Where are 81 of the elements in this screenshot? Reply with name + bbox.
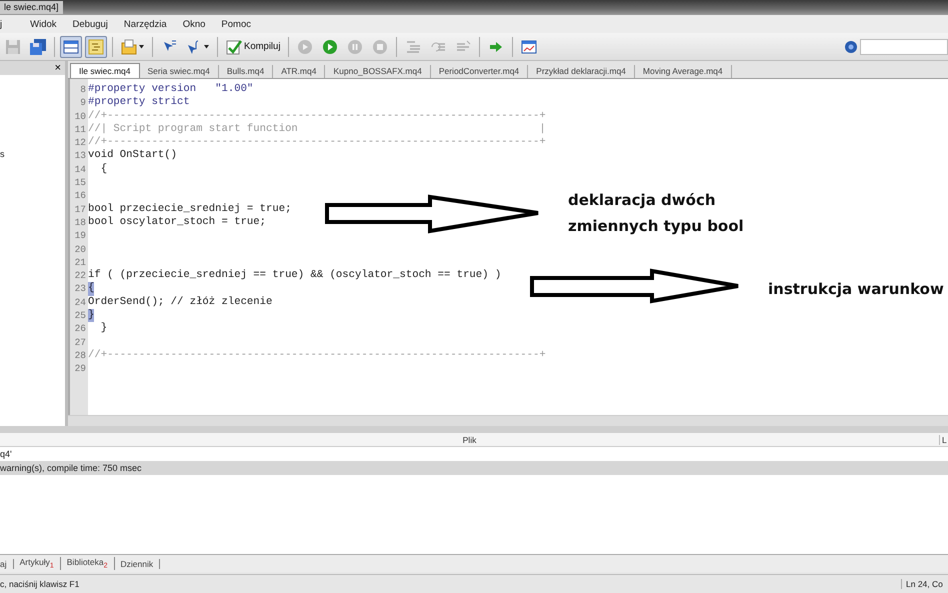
pause-icon <box>347 38 364 54</box>
code-line: #property strict <box>88 96 190 110</box>
file-tab[interactable]: Ile swiec.mq4 <box>70 63 140 78</box>
compile-button[interactable]: Kompiluj <box>223 36 284 58</box>
line-number: 20 <box>74 242 87 256</box>
code-line: bool oscylator_stoch = true; <box>88 216 266 230</box>
checkmark-icon <box>226 38 242 54</box>
folder-tree-icon <box>88 38 104 54</box>
annotation-text: instrukcja warunkow <box>768 279 944 300</box>
line-number: 16 <box>74 189 87 203</box>
line-number: 28 <box>74 348 87 362</box>
code-line: #property version "1.00" <box>88 83 254 96</box>
chart-window-icon <box>521 38 538 54</box>
stop-icon <box>372 38 388 54</box>
line-number: 13 <box>74 149 87 163</box>
indent-lines-icon <box>405 38 422 54</box>
horizontal-scrollbar[interactable] <box>68 415 948 426</box>
code-comment: //+--------------------------------------------------------------------+ <box>88 348 546 362</box>
column-header: Plik <box>462 434 478 444</box>
column-header: L <box>939 434 948 444</box>
panel-item[interactable]: s <box>0 149 65 159</box>
line-number: 23 <box>74 282 87 296</box>
search-field[interactable] <box>860 38 948 54</box>
window-layout-icon <box>63 38 79 54</box>
status-text: c, naciśnij klawisz F1 <box>0 579 80 589</box>
line-number: 21 <box>74 256 87 270</box>
panel-tab[interactable]: aj <box>0 558 14 568</box>
code-line: { <box>100 162 108 176</box>
menu-item[interactable]: Widok <box>26 18 69 30</box>
toolbar-button[interactable] <box>85 36 107 58</box>
code-line: } <box>100 322 108 336</box>
output-row[interactable]: warning(s), compile time: 750 msec <box>0 461 948 475</box>
file-tab[interactable]: Seria swiec.mq4 <box>140 65 219 78</box>
file-tab[interactable]: Przykład deklaracji.mq4 <box>528 65 635 78</box>
code-line: void OnStart() <box>88 149 178 163</box>
folder-icon <box>121 38 137 54</box>
code-comment: //+--------------------------------------------------------------------+ <box>88 136 546 149</box>
line-number: 18 <box>74 216 87 230</box>
play-icon <box>322 38 338 54</box>
code-comment: //| Script program start function | <box>88 122 546 136</box>
line-number: 15 <box>74 176 87 190</box>
cursor-position: Ln 24, Co <box>901 579 948 589</box>
menu-item[interactable]: Narzędzia <box>120 18 179 30</box>
line-number: 14 <box>74 162 87 176</box>
panel-tab[interactable]: Biblioteka$_{2}$ <box>60 557 115 570</box>
line-number: 29 <box>74 362 87 376</box>
line-number: 10 <box>74 110 87 123</box>
line-number: 24 <box>74 296 87 310</box>
file-tab[interactable]: Kupno_BOSSAFX.mq4 <box>325 65 431 78</box>
line-number: 8 <box>79 83 87 96</box>
line-number: 19 <box>74 229 87 243</box>
line-number: 9 <box>79 96 87 110</box>
output-row[interactable]: q4' <box>0 447 948 461</box>
code-line: OrderSend(); // złóż zlecenie <box>88 296 272 309</box>
file-tab[interactable]: Moving Average.mq4 <box>634 65 732 78</box>
toolbar-button[interactable] <box>60 36 82 58</box>
floppy-disks-icon <box>30 38 46 54</box>
panel-tab[interactable]: Dziennik <box>114 558 160 568</box>
menu-item[interactable]: Okno <box>178 18 218 30</box>
menu-item[interactable]: j <box>0 18 14 30</box>
annotation-text: deklaracja dwóch zmiennych typu bool <box>568 190 744 237</box>
code-comment: //+--------------------------------------------------------------------+ <box>88 110 546 123</box>
window-title: le swiec.mq4] <box>0 1 63 14</box>
close-button[interactable]: × <box>54 62 61 74</box>
code-line: bool przeciecie_sredniej = true; <box>88 202 292 216</box>
line-number: 25 <box>74 309 87 322</box>
file-tab[interactable]: Bulls.mq4 <box>218 65 274 78</box>
line-number: 12 <box>74 136 87 150</box>
circle-play-icon <box>297 38 314 54</box>
line-number: 17 <box>74 202 87 216</box>
menu-item[interactable]: Pomoc <box>217 18 263 30</box>
file-tab[interactable]: PeriodConverter.mq4 <box>430 65 528 78</box>
line-number: 22 <box>74 269 87 282</box>
line-number: 26 <box>74 322 87 336</box>
panel-tab[interactable]: Artykuły$_{1}$ <box>14 557 61 570</box>
file-tab[interactable]: ATR.mq4 <box>273 65 326 78</box>
line-number: 11 <box>74 122 87 136</box>
line-number: 27 <box>74 336 87 349</box>
globe-icon <box>844 40 858 54</box>
menu-item[interactable]: Debuguj <box>68 18 120 30</box>
code-line: if ( (przeciecie_sredniej == true) && (oscylator_stoch == true) ) <box>88 269 502 282</box>
